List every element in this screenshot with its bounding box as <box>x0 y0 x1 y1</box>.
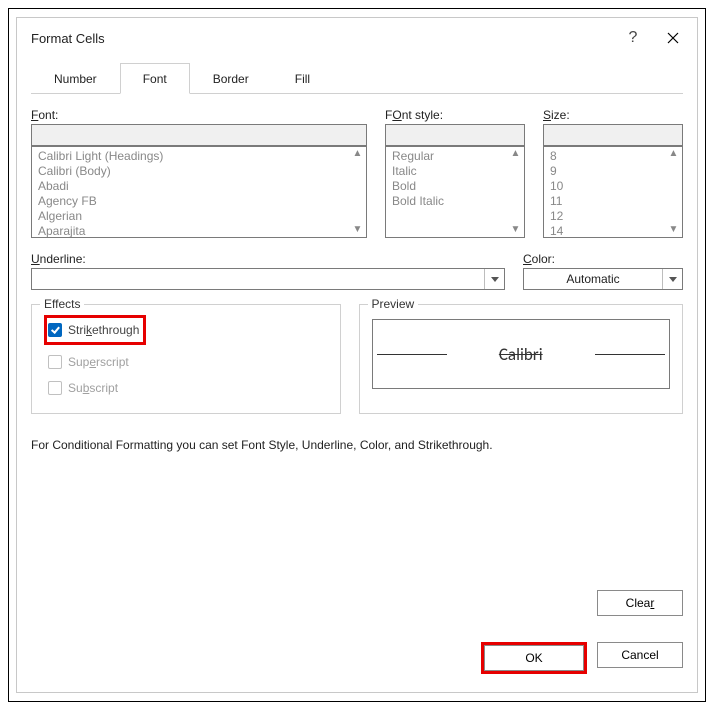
highlight-ok: OK <box>481 642 587 674</box>
titlebar: Format Cells ? <box>17 18 697 58</box>
close-button[interactable] <box>653 18 693 58</box>
list-item[interactable]: 12 <box>544 209 682 224</box>
info-text: For Conditional Formatting you can set F… <box>31 438 683 452</box>
tab-fill[interactable]: Fill <box>272 63 333 94</box>
chevron-down-icon <box>484 269 504 289</box>
list-item[interactable]: 11 <box>544 194 682 209</box>
scroll-down-icon: ▼ <box>669 225 679 235</box>
size-label: Size: <box>543 108 683 122</box>
font-style-listbox[interactable]: Regular Italic Bold Bold Italic ▲ ▼ <box>385 146 525 238</box>
subscript-checkbox[interactable]: Subscript <box>48 377 328 399</box>
scroll-down-icon: ▼ <box>511 225 521 235</box>
subscript-label: Subscript <box>68 381 118 395</box>
preview-box: Calibri <box>372 319 671 389</box>
size-input[interactable] <box>543 124 683 146</box>
list-item[interactable]: Bold Italic <box>386 194 524 209</box>
format-cells-dialog: Format Cells ? Number Font Border Fill F… <box>16 17 698 693</box>
color-value: Automatic <box>524 269 662 289</box>
list-item[interactable]: Agency FB <box>32 194 366 209</box>
dialog-title: Format Cells <box>31 31 105 46</box>
checkbox-icon <box>48 381 62 395</box>
preview-legend: Preview <box>368 297 419 311</box>
tab-border[interactable]: Border <box>190 63 272 94</box>
list-item[interactable]: 9 <box>544 164 682 179</box>
underline-combo[interactable] <box>31 268 505 290</box>
font-listbox[interactable]: Calibri Light (Headings) Calibri (Body) … <box>31 146 367 238</box>
list-item[interactable]: Abadi <box>32 179 366 194</box>
superscript-label: Superscript <box>68 355 129 369</box>
tabs: Number Font Border Fill <box>31 62 683 94</box>
effects-legend: Effects <box>40 297 84 311</box>
chevron-down-icon <box>662 269 682 289</box>
scroll-up-icon: ▲ <box>511 149 521 159</box>
highlight-strikethrough: Strikethrough <box>44 315 146 345</box>
ok-button[interactable]: OK <box>484 645 584 671</box>
scrollbar[interactable]: ▲ ▼ <box>507 147 524 237</box>
list-item[interactable]: 14 <box>544 224 682 238</box>
font-input[interactable] <box>31 124 367 146</box>
checkbox-icon <box>48 323 62 337</box>
help-button[interactable]: ? <box>613 18 653 58</box>
scroll-up-icon: ▲ <box>669 149 679 159</box>
scroll-down-icon: ▼ <box>353 225 363 235</box>
list-item[interactable]: Aparajita <box>32 224 366 238</box>
preview-group: Preview Calibri <box>359 304 684 414</box>
list-item[interactable]: Calibri Light (Headings) <box>32 149 366 164</box>
scrollbar[interactable]: ▲ ▼ <box>349 147 366 237</box>
color-label: Color: <box>523 252 683 266</box>
underline-label: Underline: <box>31 252 505 266</box>
list-item[interactable]: Italic <box>386 164 524 179</box>
list-item[interactable]: Regular <box>386 149 524 164</box>
scroll-up-icon: ▲ <box>353 149 363 159</box>
superscript-checkbox[interactable]: Superscript <box>48 351 328 373</box>
list-item[interactable]: 8 <box>544 149 682 164</box>
cancel-button[interactable]: Cancel <box>597 642 683 668</box>
underline-value <box>32 269 484 289</box>
strikethrough-checkbox[interactable]: Strikethrough <box>48 319 139 341</box>
list-item[interactable]: Algerian <box>32 209 366 224</box>
list-item[interactable]: Calibri (Body) <box>32 164 366 179</box>
font-style-input[interactable] <box>385 124 525 146</box>
strikethrough-label: Strikethrough <box>68 323 139 337</box>
scrollbar[interactable]: ▲ ▼ <box>665 147 682 237</box>
tab-number[interactable]: Number <box>31 63 120 94</box>
color-combo[interactable]: Automatic <box>523 268 683 290</box>
font-label: Font: <box>31 108 367 122</box>
effects-group: Effects Strikethrough Superscript Sub <box>31 304 341 414</box>
close-icon <box>667 32 679 44</box>
list-item[interactable]: 10 <box>544 179 682 194</box>
tab-font[interactable]: Font <box>120 63 190 94</box>
checkbox-icon <box>48 355 62 369</box>
size-listbox[interactable]: 8 9 10 11 12 14 ▲ ▼ <box>543 146 683 238</box>
clear-button[interactable]: Clear <box>597 590 683 616</box>
list-item[interactable]: Bold <box>386 179 524 194</box>
font-style-label: FOnt style: <box>385 108 525 122</box>
